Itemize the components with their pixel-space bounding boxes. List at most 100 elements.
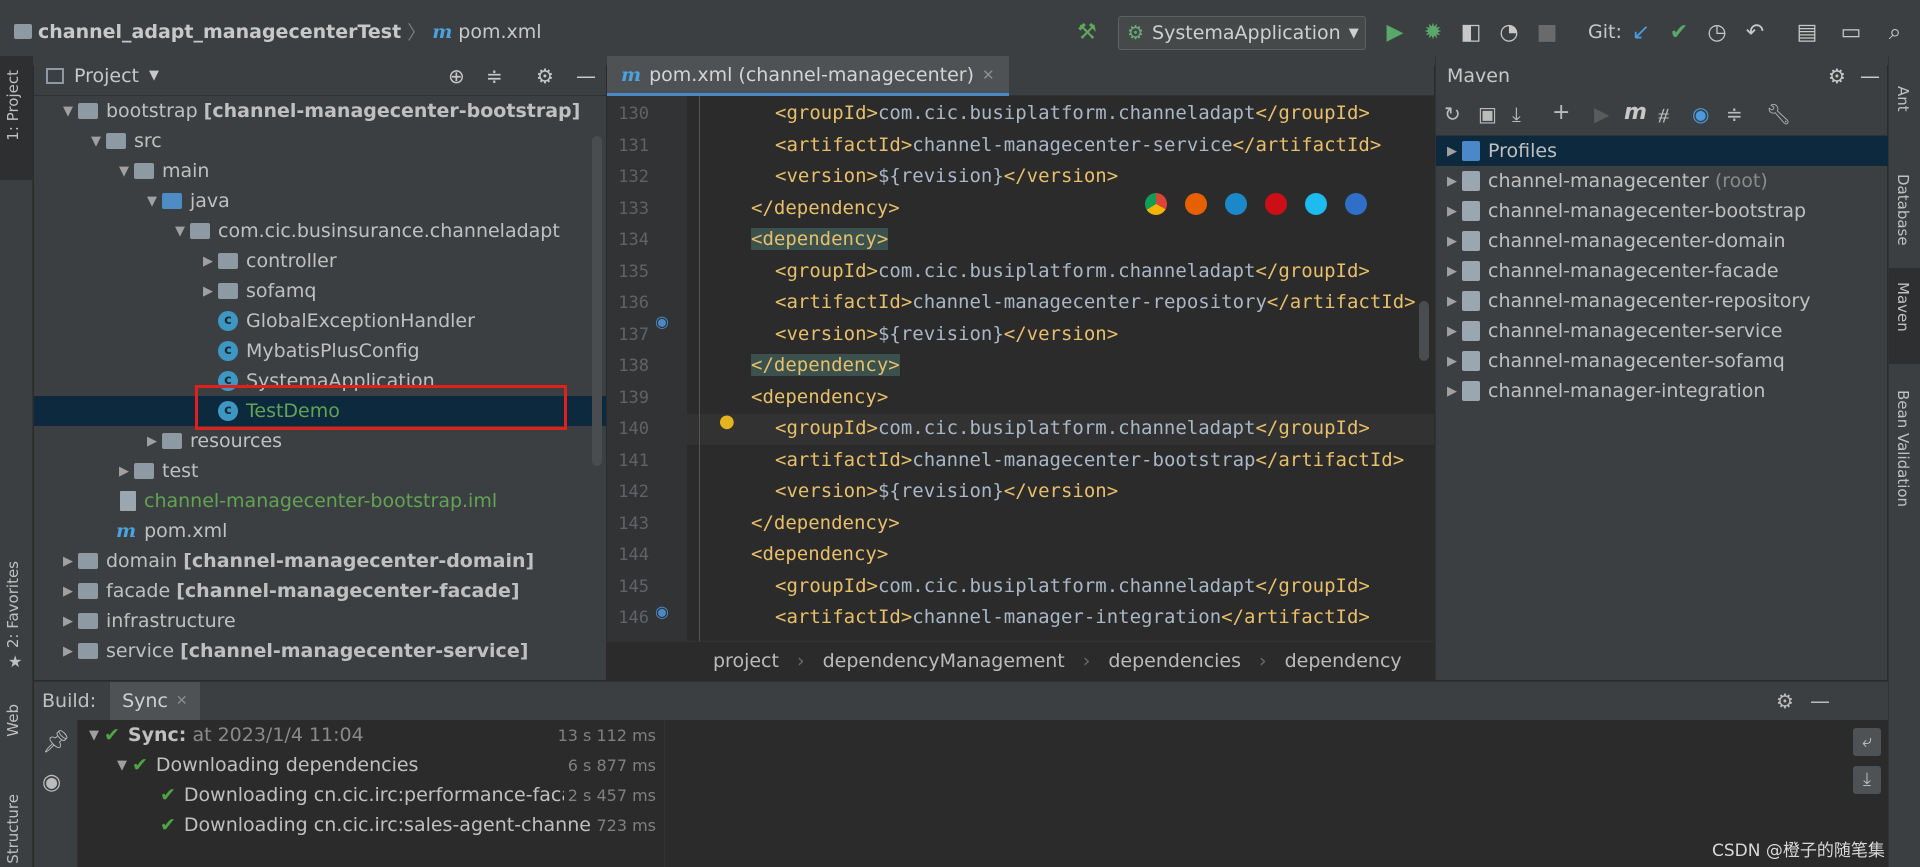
expanded-arrow-icon[interactable]: ▼ [58, 104, 78, 119]
maven-item-root[interactable]: ▶ channel-managecenter (root) [1436, 166, 1888, 196]
edge-icon[interactable] [1345, 193, 1367, 215]
tree-item-main[interactable]: ▼ main [34, 156, 606, 186]
collapsed-arrow-icon[interactable]: ▶ [142, 434, 162, 449]
reload-icon[interactable]: ↻ [1444, 102, 1461, 126]
debug-icon[interactable]: ✹ [1418, 18, 1448, 48]
tree-item-sofamq[interactable]: ▶ sofamq [34, 276, 606, 306]
collapsed-arrow-icon[interactable]: ▶ [1442, 144, 1462, 159]
collapsed-arrow-icon[interactable]: ▶ [1442, 174, 1462, 189]
maven-item-sofamq[interactable]: ▶ channel-managecenter-sofamq [1436, 346, 1888, 376]
git-history-icon[interactable]: ◷ [1702, 18, 1732, 48]
run-icon[interactable]: ▶ [1594, 102, 1609, 126]
collapsed-arrow-icon[interactable]: ▶ [1442, 384, 1462, 399]
chrome-icon[interactable] [1145, 193, 1167, 215]
download-icon[interactable]: ⤓ [1512, 102, 1521, 126]
gear-icon[interactable]: ⚙ [1828, 64, 1846, 88]
tree-item-domain[interactable]: ▶ domain [channel-managecenter-domain] [34, 546, 606, 576]
expanded-arrow-icon[interactable]: ▼ [170, 224, 190, 239]
stop-icon[interactable]: ■ [1532, 18, 1562, 48]
expanded-arrow-icon[interactable]: ▼ [86, 134, 106, 149]
collapsed-arrow-icon[interactable]: ▶ [58, 554, 78, 569]
collapsed-arrow-icon[interactable]: ▶ [1442, 234, 1462, 249]
tree-item-facade[interactable]: ▶ facade [channel-managecenter-facade] [34, 576, 606, 606]
ant-tool-tab[interactable]: Ant [1894, 86, 1912, 112]
collapsed-arrow-icon[interactable]: ▶ [1442, 354, 1462, 369]
collapsed-arrow-icon[interactable]: ▶ [114, 464, 134, 479]
vertical-scrollbar[interactable] [592, 136, 602, 466]
file-name[interactable]: pom.xml [458, 21, 541, 43]
project-panel-title[interactable]: Project [74, 65, 139, 87]
collapse-all-icon[interactable]: ≑ [486, 64, 503, 88]
plus-icon[interactable]: + [1552, 100, 1570, 125]
maven-item-repository[interactable]: ▶ channel-managecenter-repository [1436, 286, 1888, 316]
favorites-tool-tab[interactable]: 2: Favorites [4, 561, 22, 648]
maven-item-facade[interactable]: ▶ channel-managecenter-facade [1436, 256, 1888, 286]
collapsed-arrow-icon[interactable]: ▶ [1442, 264, 1462, 279]
firefox-icon[interactable] [1185, 193, 1207, 215]
tree-item-global-exception-handler[interactable]: c GlobalExceptionHandler [34, 306, 606, 336]
add-folder-icon[interactable]: ▣ [1478, 102, 1497, 126]
pin-icon[interactable]: 📌︎ [42, 730, 70, 755]
collapsed-arrow-icon[interactable]: ▶ [58, 614, 78, 629]
project-structure-icon[interactable]: ▤ [1792, 18, 1822, 48]
bulb-icon[interactable]: ● [719, 411, 735, 432]
run-config-select[interactable]: ⚙ SystemaApplication ▼ [1118, 16, 1366, 50]
maven-item-integration[interactable]: ▶ channel-manager-integration [1436, 376, 1888, 406]
search-everywhere-icon[interactable]: ⌕ [1880, 18, 1910, 48]
tree-item-iml-file[interactable]: channel-managecenter-bootstrap.iml [34, 486, 606, 516]
collapsed-arrow-icon[interactable]: ▶ [58, 584, 78, 599]
close-icon[interactable]: ✕ [982, 66, 995, 84]
tab-pom-xml[interactable]: m pom.xml (channel-managecenter) ✕ [607, 56, 1009, 96]
structure-tool-tab[interactable]: Structure [4, 794, 22, 864]
soft-wrap-icon[interactable]: ⤶ [1853, 728, 1881, 756]
minimize-icon[interactable]: — [1810, 689, 1830, 713]
close-icon[interactable]: ✕ [176, 693, 188, 709]
build-hammer-icon[interactable]: ⚒ [1072, 18, 1102, 48]
maven-item-service[interactable]: ▶ channel-managecenter-service [1436, 316, 1888, 346]
gear-icon[interactable]: ⚙ [1776, 689, 1794, 713]
web-tool-tab[interactable]: Web [4, 704, 22, 737]
tree-item-bootstrap[interactable]: ▼ bootstrap [channel-managecenter-bootst… [34, 96, 606, 126]
expanded-arrow-icon[interactable]: ▼ [112, 758, 132, 773]
git-rollback-icon[interactable]: ↶ [1740, 18, 1770, 48]
tree-item-src[interactable]: ▼ src [34, 126, 606, 156]
maven-item-bootstrap[interactable]: ▶ channel-managecenter-bootstrap [1436, 196, 1888, 226]
breadcrumb-item[interactable]: dependency [1285, 650, 1402, 672]
tree-item-service[interactable]: ▶ service [channel-managecenter-service] [34, 636, 606, 666]
expanded-arrow-icon[interactable]: ▼ [114, 164, 134, 179]
collapsed-arrow-icon[interactable]: ▶ [198, 284, 218, 299]
tree-item-package[interactable]: ▼ com.cic.businsurance.channeladapt [34, 216, 606, 246]
safari-icon[interactable] [1225, 193, 1247, 215]
collapsed-arrow-icon[interactable]: ▶ [198, 254, 218, 269]
tree-item-resources[interactable]: ▶ resources [34, 426, 606, 456]
code-area[interactable]: 130 131 132 133 134 135 136 137 138 139 140 141 142 1… [607, 96, 1434, 641]
tree-item-mybatis-plus-config[interactable]: c MybatisPlusConfig [34, 336, 606, 366]
tree-item-controller[interactable]: ▶ controller [34, 246, 606, 276]
breadcrumb-item[interactable]: dependencies [1108, 650, 1241, 672]
terminal-icon[interactable]: ▭ [1836, 18, 1866, 48]
build-row-download-1[interactable]: ✔ Downloading cn.cic.irc:performance-fac… [160, 780, 664, 810]
tree-item-test[interactable]: ▶ test [34, 456, 606, 486]
maven-goal-icon[interactable]: m [1624, 100, 1647, 125]
nav-gutter-icon[interactable]: ◉ [655, 602, 669, 621]
collapsed-arrow-icon[interactable]: ▶ [1442, 324, 1462, 339]
breadcrumb-item[interactable]: dependencyManagement [823, 650, 1065, 672]
collapsed-arrow-icon[interactable]: ▶ [58, 644, 78, 659]
maven-tool-tab[interactable]: Maven [1894, 282, 1912, 332]
wrench-icon[interactable]: 🔧︎ [1766, 102, 1791, 126]
run-icon[interactable]: ▶ [1380, 18, 1410, 48]
ie-icon[interactable] [1305, 193, 1327, 215]
locate-icon[interactable]: ⊕ [448, 64, 465, 88]
build-row-download-2[interactable]: ✔ Downloading cn.cic.irc:sales-agent-cha… [160, 810, 664, 840]
maven-item-profiles[interactable]: ▶ Profiles [1436, 136, 1888, 166]
collapse-all-icon[interactable]: ≑ [1726, 102, 1743, 126]
collapsed-arrow-icon[interactable]: ▶ [1442, 294, 1462, 309]
opera-icon[interactable] [1265, 193, 1287, 215]
gear-icon[interactable]: ⚙ [536, 64, 554, 88]
build-row-downloading[interactable]: ▼ ✔ Downloading dependencies 6 s 877 ms [112, 750, 664, 780]
bean-validation-tool-tab[interactable]: Bean Validation [1894, 390, 1912, 507]
build-output[interactable]: ⤶ ⤓ [664, 720, 1888, 867]
skip-tests-icon[interactable]: ◉ [1692, 102, 1709, 126]
editor-scrollbar[interactable] [1419, 301, 1429, 361]
expanded-arrow-icon[interactable]: ▼ [84, 728, 104, 743]
